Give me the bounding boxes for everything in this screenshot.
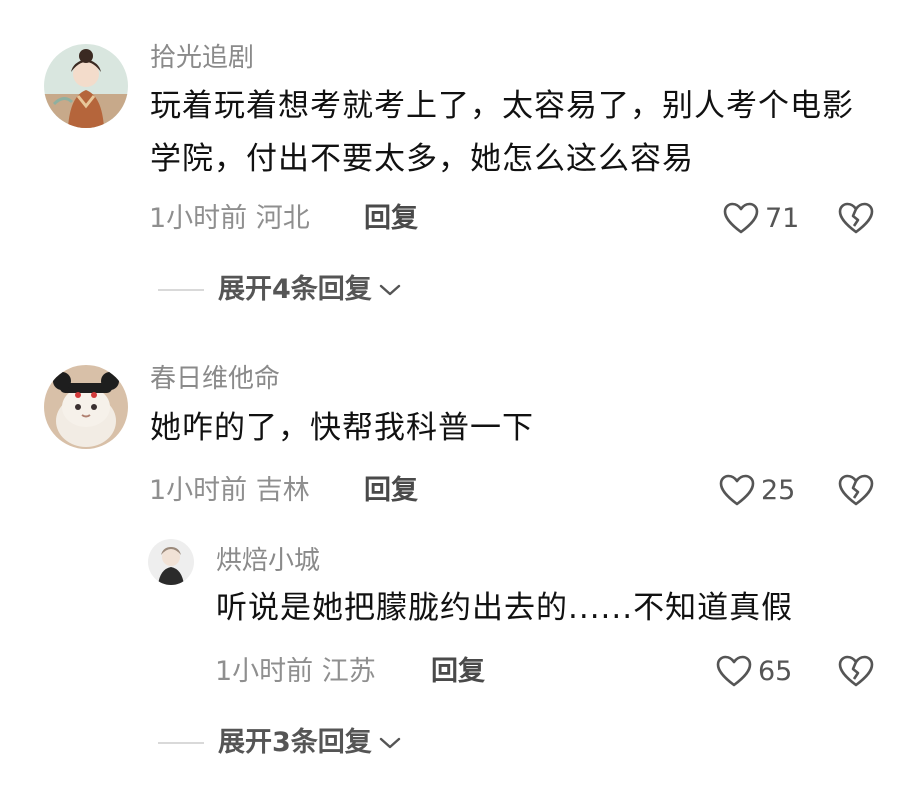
comment-location: 河北 — [255, 203, 310, 234]
expand-replies[interactable]: 展开4条回复 — [158, 276, 402, 303]
divider-line — [158, 741, 204, 744]
broken-heart-icon — [838, 655, 874, 687]
comment-meta: 1小时前 河北 — [149, 205, 310, 232]
reply-text: 听说是她把朦胧约出去的......不知道真假 — [216, 590, 794, 626]
reply-time: 1小时前 — [215, 656, 314, 687]
chevron-down-icon — [379, 284, 400, 295]
heart-outline-icon — [719, 474, 755, 506]
expand-replies-label: 展开4条回复 — [218, 274, 372, 305]
avatar[interactable] — [44, 44, 128, 128]
heart-outline-icon — [723, 202, 759, 234]
like-button[interactable]: 71 — [723, 202, 799, 235]
dislike-button[interactable] — [838, 202, 874, 239]
chevron-down-icon — [379, 737, 400, 748]
divider-line — [158, 288, 204, 291]
comment-text: 她咋的了，快帮我科普一下 — [150, 410, 534, 446]
like-count: 25 — [761, 475, 796, 506]
heart-outline-icon — [716, 655, 752, 687]
comment-text: 玩着玩着想考就考上了，太容易了，别人考个电影学院，付出不要太多，她怎么这么容易 — [150, 88, 854, 177]
like-button[interactable]: 65 — [716, 655, 792, 688]
broken-heart-icon — [838, 202, 874, 234]
expand-replies-label: 展开3条回复 — [218, 727, 372, 758]
avatar[interactable] — [44, 365, 128, 449]
avatar[interactable] — [148, 539, 194, 585]
dislike-button[interactable] — [838, 474, 874, 511]
reply-button[interactable]: 回复 — [364, 477, 418, 504]
dislike-button[interactable] — [838, 655, 874, 692]
comment-location: 吉林 — [255, 475, 310, 506]
reply-location: 江苏 — [321, 656, 376, 687]
reply-meta: 1小时前 江苏 — [215, 658, 376, 685]
comment-time: 1小时前 — [149, 203, 248, 234]
broken-heart-icon — [838, 474, 874, 506]
comment-time: 1小时前 — [149, 475, 248, 506]
like-count: 65 — [758, 656, 793, 687]
reply-button[interactable]: 回复 — [364, 205, 418, 232]
reply-button[interactable]: 回复 — [431, 658, 485, 685]
like-button[interactable]: 25 — [719, 474, 795, 507]
username[interactable]: 拾光追剧 — [150, 45, 254, 71]
expand-replies[interactable]: 展开3条回复 — [158, 729, 402, 756]
comment-meta: 1小时前 吉林 — [149, 477, 310, 504]
username[interactable]: 烘焙小城 — [216, 548, 320, 574]
like-count: 71 — [765, 203, 800, 234]
username[interactable]: 春日维他命 — [150, 366, 280, 392]
